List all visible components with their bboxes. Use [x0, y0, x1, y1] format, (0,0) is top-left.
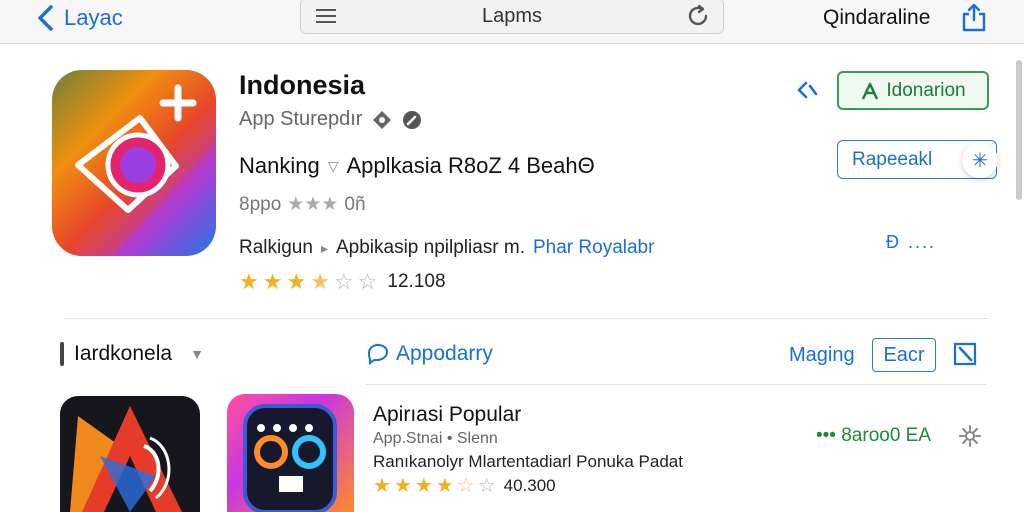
each-button[interactable]: Eacr: [872, 338, 936, 372]
tab-appodarry[interactable]: Appodarry: [366, 342, 493, 366]
category-prefix: Ralkigun: [239, 237, 313, 258]
chat-bubble-icon: [367, 343, 389, 365]
star-icon: ★: [435, 475, 454, 497]
install-button[interactable]: Idonarion: [837, 71, 989, 110]
gray-stars-icon: ★★★: [287, 194, 339, 215]
wrench-icon: [403, 110, 422, 129]
diamond-icon: [373, 110, 392, 129]
empty-star-icon: ☆: [333, 269, 354, 294]
list-item-subtitle: App.Stnai • Slenn: [373, 430, 498, 447]
camera-logo-icon: [52, 70, 216, 256]
share-icon[interactable]: [960, 2, 988, 32]
star-icon: ★: [286, 269, 307, 294]
back-label: Layac: [64, 5, 123, 30]
tab-label: Appodarry: [396, 342, 493, 365]
small-rating-prefix: 8ppo: [239, 193, 282, 215]
list-item-rating: ★ ★ ★ ★ ☆ ☆ 40.300: [373, 476, 556, 496]
chevron-right-icon: ▸: [320, 239, 328, 256]
star-icon: ★: [262, 269, 283, 294]
half-star-icon: ★: [310, 269, 330, 294]
reload-icon[interactable]: [685, 3, 711, 29]
star-icon: ★: [414, 475, 433, 497]
gear-icon[interactable]: [958, 424, 982, 448]
redirect-arrow-icon[interactable]: [796, 80, 820, 100]
secondary-button[interactable]: Rapeeakl ✳: [837, 140, 998, 179]
app-icon: [52, 70, 216, 256]
edit-icon[interactable]: [952, 340, 978, 368]
star-icon: ★: [239, 269, 259, 294]
back-button[interactable]: Layac: [36, 4, 123, 32]
category-row: Ralkigun ▸ Apbikasip npilpliasr m. Phar …: [239, 237, 654, 259]
app-subtitle: App Sturepdır: [239, 108, 363, 130]
address-bar[interactable]: Lapms: [300, 0, 724, 34]
scrollbar[interactable]: [1016, 60, 1022, 200]
rank-value: Applkasia R8oZ 4 BeahΘ: [346, 153, 595, 178]
empty-star-icon: ☆: [357, 269, 378, 294]
chevron-down-icon: ▽: [327, 157, 339, 174]
list-item-description: Ranıkanolyr Mlartentadiarl Ponuka Padat: [373, 452, 683, 471]
person-icon: [862, 82, 879, 100]
watch-face-icon: [243, 404, 337, 512]
app-name: Indonesia: [239, 70, 366, 100]
section-accent-bar: [60, 342, 64, 366]
rating-row: ★ ★ ★ ★ ☆ ☆ 12.108: [239, 271, 446, 293]
app-thumbnail-2[interactable]: [227, 394, 354, 512]
top-bar: Layac Lapms Qindaraline: [0, 0, 1024, 44]
list-item-title[interactable]: Apirıasi Popular: [373, 403, 521, 427]
divider: [64, 318, 988, 319]
chevron-left-icon: [38, 5, 53, 31]
more-link[interactable]: Ð ....: [886, 232, 936, 253]
category-text: Apbikasip npilpliasr m.: [335, 237, 525, 258]
app-developer: App Sturepdır: [239, 108, 422, 131]
rating-count: 12.108: [387, 271, 446, 292]
category-link[interactable]: Phar Royalabr: [533, 237, 654, 259]
rank-label: Nanking: [239, 153, 320, 178]
list-item-action[interactable]: ••• 8aroo0 EA: [816, 425, 931, 447]
url-title: Lapms: [481, 5, 543, 27]
install-button-label: Idonarion: [886, 79, 966, 101]
section-title-text: Iardkonela: [74, 342, 173, 365]
ranking-row: Nanking ▽ Applkasia R8oZ 4 BeahΘ: [239, 153, 595, 179]
dropdown-icon: ▼: [190, 346, 204, 362]
star-icon: ★: [393, 475, 412, 497]
magic-link[interactable]: Maging: [789, 344, 855, 367]
empty-star-icon: ☆: [477, 475, 496, 497]
half-star-icon: ☆: [456, 475, 475, 497]
plus-icon[interactable]: ✳: [962, 142, 998, 178]
secondary-button-label: Rapeeakl: [852, 148, 933, 170]
page-title-right: Qindaraline: [823, 6, 931, 29]
divider: [366, 384, 986, 385]
star-icon: ★: [373, 475, 391, 497]
app-logo-a-icon: [70, 406, 182, 512]
secondary-rating: 8ppo ★★★ 0ñ: [239, 193, 366, 216]
section-title[interactable]: Iardkonela ▼: [60, 342, 204, 366]
small-rating-suffix: 0ñ: [344, 193, 366, 215]
list-item-rating-count: 40.300: [503, 476, 556, 495]
app-thumbnail-1[interactable]: [60, 396, 200, 512]
